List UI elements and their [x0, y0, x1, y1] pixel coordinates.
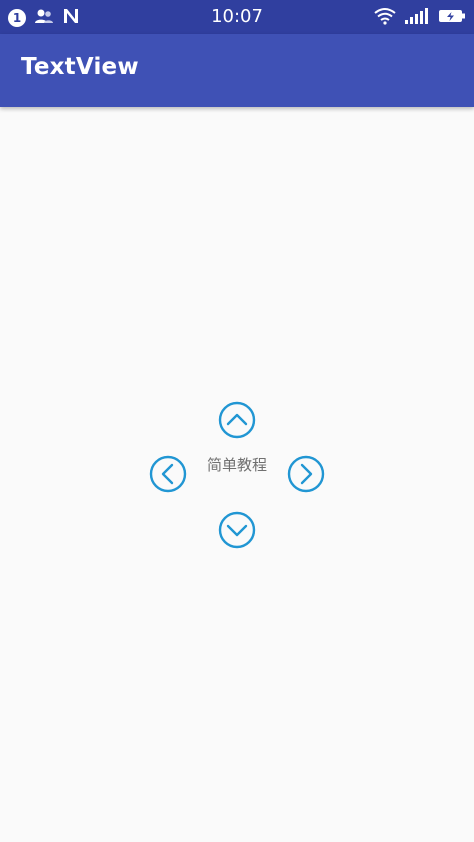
signal-icon: [404, 7, 430, 29]
app-title: TextView: [21, 54, 139, 80]
right-button[interactable]: [286, 454, 326, 494]
chevron-left-icon: [149, 455, 187, 493]
app-bar: TextView: [0, 34, 474, 107]
down-button[interactable]: [217, 510, 257, 550]
battery-icon: [438, 7, 466, 29]
center-text: 简单教程: [206, 456, 267, 474]
chevron-down-icon: [218, 511, 256, 549]
content-area: 简单教程: [0, 107, 474, 842]
chevron-up-icon: [218, 401, 256, 439]
status-bar: 1 10:07: [0, 0, 474, 34]
chevron-right-icon: [287, 455, 325, 493]
left-button[interactable]: [148, 454, 188, 494]
wifi-icon: [374, 7, 396, 29]
up-button[interactable]: [217, 400, 257, 440]
status-right-icons: [374, 7, 466, 29]
